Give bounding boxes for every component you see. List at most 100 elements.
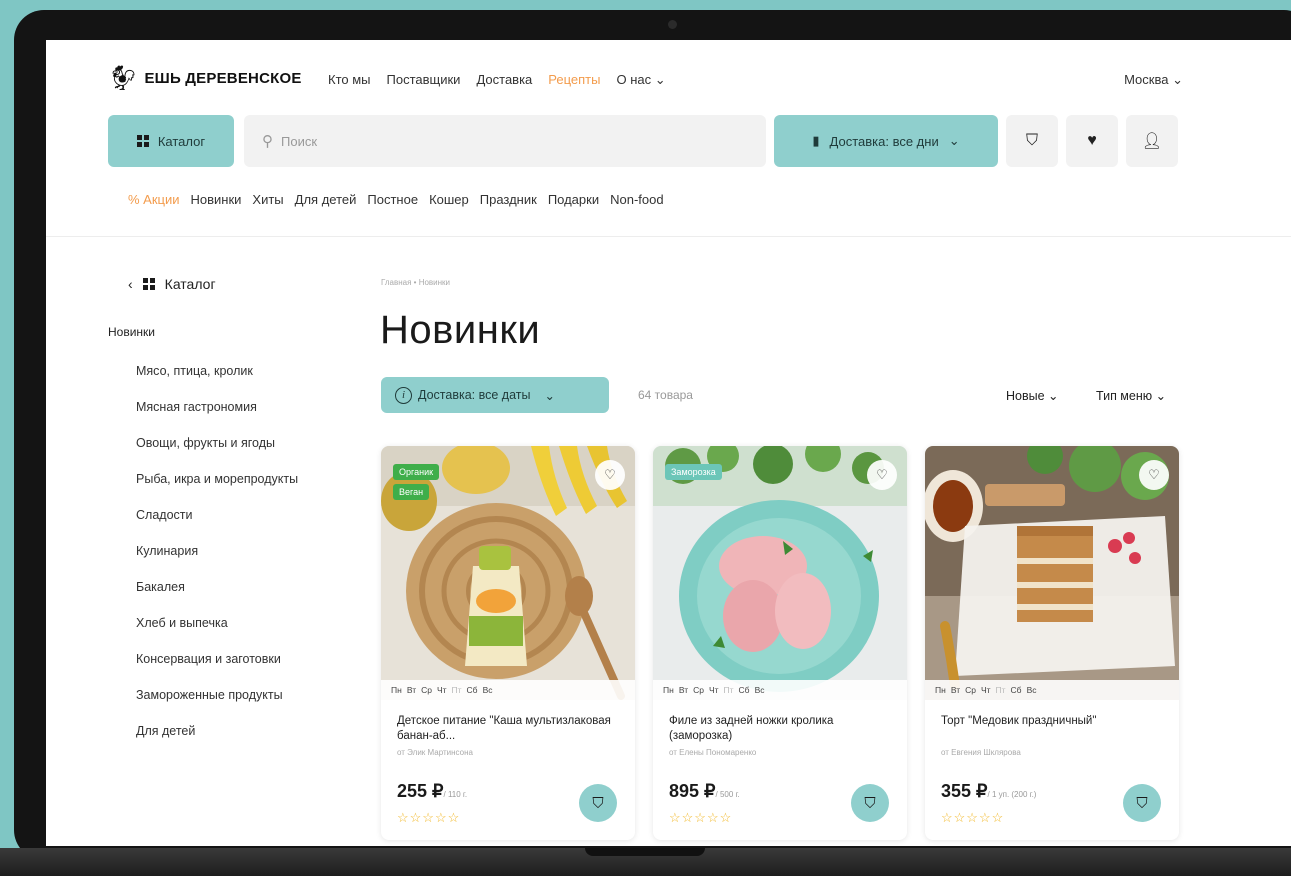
catalog-button[interactable]: Каталог	[108, 115, 234, 167]
day-thu: Чт	[436, 685, 447, 695]
logo[interactable]: 🐓︎ ЕШЬ ДЕРЕВЕНСКОЕ	[108, 64, 302, 93]
nav-item-company[interactable]: О нас ⌄	[616, 72, 665, 88]
category-lenten[interactable]: Постное	[367, 192, 418, 207]
category-non-food[interactable]: Non-food	[610, 192, 663, 207]
sidebar-header-label: Каталог	[164, 276, 216, 292]
sort-dropdown[interactable]: Новые ⌄	[1006, 388, 1059, 403]
sidebar-item[interactable]: Мясо, птица, кролик	[136, 362, 298, 398]
delivery-dates-label: Доставка: все даты	[418, 388, 531, 402]
search-icon: ⚲	[262, 133, 273, 150]
favorite-icon: ♡	[604, 467, 616, 482]
product-photo[interactable]: ♡ Пн Вт Ср Чт Пт Сб Вс	[925, 446, 1179, 700]
delivery-dates-filter[interactable]: i Доставка: все даты ⌄	[381, 377, 609, 413]
menu-type-label: Тип меню	[1096, 389, 1153, 403]
nav-item-suppliers[interactable]: Поставщики	[387, 72, 461, 88]
product-photo[interactable]: Заморозка ♡ Пн Вт Ср Чт Пт Сб Вс	[653, 446, 907, 700]
category-sale[interactable]: % Акции	[128, 192, 180, 207]
chevron-down-icon: ⌄	[948, 133, 960, 148]
add-to-cart-button[interactable]: ⛉	[1123, 784, 1161, 822]
favorite-icon: ♡	[1148, 467, 1160, 482]
sidebar-item[interactable]: Овощи, фрукты и ягоды	[136, 434, 298, 470]
badge-vegan: Веган	[393, 484, 430, 500]
favorites-button[interactable]: ♥	[1066, 115, 1118, 167]
delivery-days: Пн Вт Ср Чт Пт Сб Вс	[653, 680, 907, 700]
chevron-down-icon: ⌄	[654, 72, 666, 87]
favorite-button[interactable]: ♡	[595, 460, 625, 490]
day-tue: Вт	[950, 685, 961, 695]
favorite-icon: ♡	[876, 467, 888, 482]
product-vendor: от Элик Мартинсона	[397, 748, 473, 757]
info-icon: i	[395, 386, 412, 404]
basket-button[interactable]: ⛉	[1006, 115, 1058, 167]
product-count: 64 товара	[638, 388, 693, 402]
sidebar-item[interactable]: Бакалея	[136, 578, 298, 614]
user-icon: 👤︎	[1141, 133, 1163, 150]
day-sat: Сб	[738, 685, 750, 695]
product-name[interactable]: Торт "Медовик праздничный"	[941, 714, 1163, 744]
day-mon: Пн	[391, 685, 402, 695]
day-thu: Чт	[708, 685, 719, 695]
search-bar[interactable]: ⚲	[244, 115, 766, 167]
product-name[interactable]: Детское питание "Каша мультизлаковая бан…	[397, 714, 619, 744]
delivery-days-label: Доставка: все дни	[829, 133, 939, 149]
price-unit: / 1 уп. (200 г.)	[987, 790, 1037, 799]
sidebar-header[interactable]: ‹ Каталог	[128, 276, 216, 292]
add-to-cart-icon: ⛉	[592, 794, 604, 812]
chevron-down-icon: ⌄	[1172, 72, 1183, 87]
add-to-cart-button[interactable]: ⛉	[851, 784, 889, 822]
day-mon: Пн	[935, 685, 946, 695]
sidebar-item[interactable]: Мясная гастрономия	[136, 398, 298, 434]
add-to-cart-icon: ⛉	[864, 794, 876, 812]
catalog-grid-icon	[136, 135, 149, 147]
product-name[interactable]: Филе из задней ножки кролика (заморозка)	[669, 714, 891, 744]
city-selector[interactable]: Москва ⌄	[1124, 72, 1183, 88]
category-holiday[interactable]: Праздник	[480, 192, 537, 207]
sidebar-item[interactable]: Кулинария	[136, 542, 298, 578]
nav-item-company-label: О нас	[616, 72, 652, 87]
day-fri: Пт	[723, 685, 734, 695]
product-card[interactable]: Заморозка ♡ Пн Вт Ср Чт Пт Сб Вс Филе из…	[653, 446, 907, 840]
rating-stars: ☆☆☆☆☆	[941, 810, 1005, 825]
sidebar-item[interactable]: Для детей	[136, 722, 298, 758]
sidebar-item[interactable]: Хлеб и выпечка	[136, 614, 298, 650]
delivery-days: Пн Вт Ср Чт Пт Сб Вс	[381, 680, 635, 700]
category-new[interactable]: Новинки	[191, 192, 242, 207]
profile-button[interactable]: 👤︎	[1126, 115, 1178, 167]
day-wed: Ср	[421, 685, 432, 695]
product-card[interactable]: ♡ Пн Вт Ср Чт Пт Сб Вс Торт "Медовик пра…	[925, 446, 1179, 840]
product-photo[interactable]: Органик Веган ♡ Пн Вт Ср Чт Пт Сб Вс	[381, 446, 635, 700]
product-price: 895 ₽/ 500 г.	[669, 781, 740, 802]
add-to-cart-icon: ⛉	[1136, 794, 1148, 812]
sidebar-item[interactable]: Рыба, икра и морепродукты	[136, 470, 298, 506]
rabbit-fillet-photo	[653, 446, 907, 700]
sidebar-list: Мясо, птица, кролик Мясная гастрономия О…	[136, 362, 298, 758]
category-hits[interactable]: Хиты	[252, 192, 283, 207]
rating-stars: ☆☆☆☆☆	[669, 810, 733, 825]
sidebar-item[interactable]: Замороженные продукты	[136, 686, 298, 722]
sidebar-item[interactable]: Сладости	[136, 506, 298, 542]
header-divider	[46, 236, 1291, 237]
category-gifts[interactable]: Подарки	[548, 192, 599, 207]
product-vendor: от Елены Пономаренко	[669, 748, 757, 757]
favorite-button[interactable]: ♡	[867, 460, 897, 490]
nav-item-about-us[interactable]: Кто мы	[328, 72, 371, 88]
breadcrumb[interactable]: Главная • Новинки	[381, 278, 450, 287]
nav-item-recipes[interactable]: Рецепты	[548, 72, 600, 88]
price-value: 255 ₽	[397, 781, 444, 801]
delivery-days-button[interactable]: ▮ Доставка: все дни ⌄	[774, 115, 998, 167]
search-input[interactable]	[281, 133, 721, 149]
sidebar-item[interactable]: Консервация и заготовки	[136, 650, 298, 686]
price-unit: / 110 г.	[443, 790, 468, 799]
laptop-notch	[585, 848, 705, 856]
add-to-cart-button[interactable]: ⛉	[579, 784, 617, 822]
rooster-icon: 🐓︎	[108, 65, 139, 92]
nav-item-delivery[interactable]: Доставка	[476, 72, 532, 88]
day-sat: Сб	[1010, 685, 1022, 695]
product-card[interactable]: Органик Веган ♡ Пн Вт Ср Чт Пт Сб Вс Дет…	[381, 446, 635, 840]
menu-type-dropdown[interactable]: Тип меню ⌄	[1096, 388, 1166, 403]
product-vendor: от Евгения Шклярова	[941, 748, 1021, 757]
day-fri: Пт	[995, 685, 1006, 695]
category-kosher[interactable]: Кошер	[429, 192, 469, 207]
category-kids[interactable]: Для детей	[295, 192, 357, 207]
favorite-button[interactable]: ♡	[1139, 460, 1169, 490]
